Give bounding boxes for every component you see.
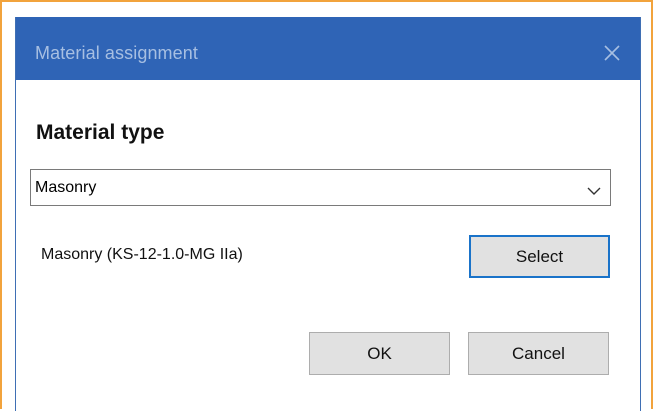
chevron-down-icon: [587, 183, 601, 195]
cancel-button[interactable]: Cancel: [468, 332, 609, 375]
select-button-label: Select: [515, 246, 564, 266]
assigned-material-label: Masonry (KS-12-1.0-MG IIa): [41, 246, 243, 263]
select-button[interactable]: Select: [469, 235, 610, 278]
dialog-titlebar: Material assignment: [16, 17, 640, 80]
material-type-selected-value: Masonry: [35, 179, 97, 196]
dialog-title: Material assignment: [35, 43, 198, 63]
ok-button[interactable]: OK: [309, 332, 450, 375]
cancel-button-label: Cancel: [512, 343, 565, 363]
ok-button-label: OK: [367, 343, 392, 363]
close-button[interactable]: [600, 41, 624, 65]
close-icon: [600, 41, 624, 65]
material-type-dropdown[interactable]: Masonry: [30, 169, 611, 206]
screenshot-frame: Material assignment Material type Masonr…: [0, 0, 653, 411]
material-type-heading: Material type: [36, 121, 165, 144]
